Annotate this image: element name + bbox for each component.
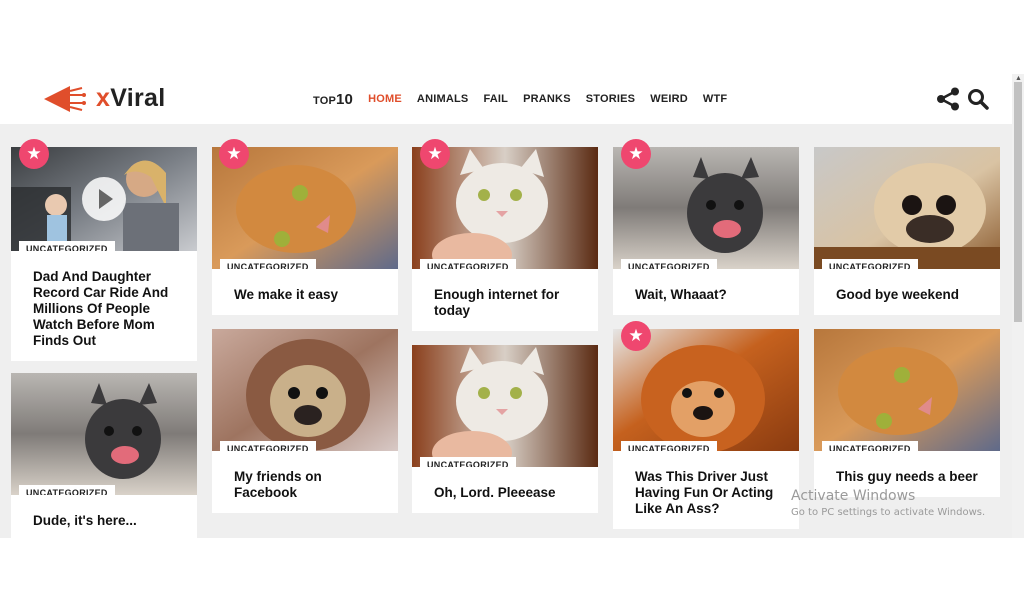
category-badge[interactable]: UNCATEGORIZED [621,441,717,451]
post-title[interactable]: We make it easy [212,269,398,315]
star-icon: ★ [621,321,651,351]
post-thumbnail[interactable]: UNCATEGORIZED [212,329,398,451]
logo-name: Viral [110,84,166,112]
watermark-subtitle: Go to PC settings to activate Windows. [791,507,986,518]
share-icon[interactable] [936,87,960,116]
nav-home[interactable]: HOME [368,93,402,105]
category-badge[interactable]: UNCATEGORIZED [19,241,115,251]
nav-pranks[interactable]: PRANKS [523,93,571,105]
post-card[interactable]: UNCATEGORIZED Dad And Daughter Record Ca… [11,147,197,361]
page-scrollbar[interactable]: ▲ [1012,74,1024,538]
category-badge[interactable]: UNCATEGORIZED [420,259,516,269]
category-badge[interactable]: UNCATEGORIZED [822,441,918,451]
nav-wtf[interactable]: WTF [703,93,727,105]
site-header: xViral TOP10 HOME ANIMALS FAIL PRANKS ST… [0,74,1012,124]
nav-fail[interactable]: FAIL [483,93,508,105]
post-thumbnail[interactable]: UNCATEGORIZED [11,373,197,495]
nav-stories[interactable]: STORIES [586,93,636,105]
post-title[interactable]: Dude, it's here... [11,495,197,538]
post-title[interactable]: Enough internet for today [412,269,598,331]
category-badge[interactable]: UNCATEGORIZED [420,457,516,467]
star-icon: ★ [19,139,49,169]
post-thumbnail[interactable]: UNCATEGORIZED [412,345,598,467]
nav-top10[interactable]: TOP10 [313,91,353,108]
post-title[interactable]: My friends on Facebook [212,451,398,513]
star-icon: ★ [621,139,651,169]
post-card[interactable]: UNCATEGORIZED My friends on Facebook [212,329,398,513]
post-card[interactable]: UNCATEGORIZED Dude, it's here... [11,373,197,538]
nav-top-prefix: TOP [313,94,337,107]
category-badge[interactable]: UNCATEGORIZED [220,441,316,451]
post-thumbnail[interactable]: UNCATEGORIZED [814,147,1000,269]
scroll-up-icon[interactable]: ▲ [1015,75,1022,82]
search-icon[interactable] [967,88,989,115]
star-icon: ★ [219,139,249,169]
post-title[interactable]: Good bye weekend [814,269,1000,315]
post-card[interactable]: UNCATEGORIZED This guy needs a beer [814,329,1000,497]
star-icon: ★ [420,139,450,169]
activate-windows-watermark: Activate Windows Go to PC settings to ac… [791,488,985,518]
post-card[interactable]: UNCATEGORIZED Enough internet for today [412,147,598,331]
watermark-title: Activate Windows [791,488,916,504]
post-card[interactable]: UNCATEGORIZED Oh, Lord. Pleeease [412,345,598,513]
category-badge[interactable]: UNCATEGORIZED [220,259,316,269]
post-card[interactable]: UNCATEGORIZED Was This Driver Just Havin… [613,329,799,529]
logo-x: x [96,84,111,112]
nav-animals[interactable]: ANIMALS [417,93,469,105]
main-nav: TOP10 HOME ANIMALS FAIL PRANKS STORIES W… [313,74,727,124]
scroll-thumb[interactable] [1014,82,1022,322]
category-badge[interactable]: UNCATEGORIZED [19,485,115,495]
post-title[interactable]: Was This Driver Just Having Fun Or Actin… [613,451,799,529]
site-logo[interactable]: xViral [96,84,165,113]
post-card[interactable]: UNCATEGORIZED Good bye weekend [814,147,1000,315]
nav-weird[interactable]: WEIRD [650,93,688,105]
post-card[interactable]: UNCATEGORIZED Wait, Whaaat? [613,147,799,315]
category-badge[interactable]: UNCATEGORIZED [822,259,918,269]
post-title[interactable]: Wait, Whaaat? [613,269,799,315]
post-title[interactable]: Oh, Lord. Pleeease [412,467,598,513]
megaphone-icon[interactable] [44,86,90,117]
post-card[interactable]: UNCATEGORIZED We make it easy [212,147,398,315]
play-icon[interactable] [82,177,126,221]
post-title[interactable]: Dad And Daughter Record Car Ride And Mil… [11,251,197,361]
post-grid: UNCATEGORIZED Dad And Daughter Record Ca… [0,124,1012,538]
nav-top-num: 10 [336,90,354,108]
post-thumbnail[interactable]: UNCATEGORIZED [814,329,1000,451]
category-badge[interactable]: UNCATEGORIZED [621,259,717,269]
